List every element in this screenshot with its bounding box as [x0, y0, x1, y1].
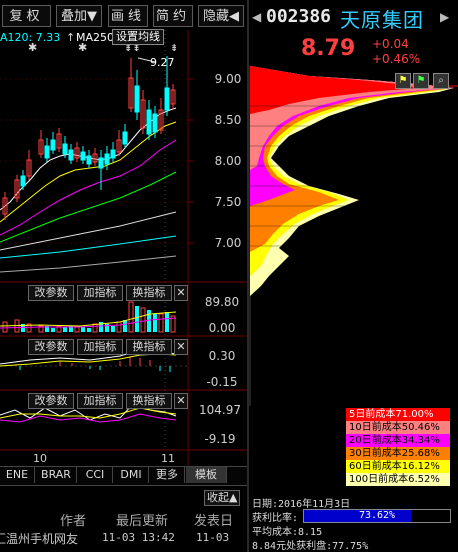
tab-cci[interactable]: CCI [78, 467, 113, 483]
date-tick-label: 10 [33, 452, 47, 465]
ma20-line [0, 139, 177, 236]
params-button[interactable]: 改参数 [28, 339, 74, 355]
add-indicator-button[interactable]: 加指标 [77, 393, 123, 409]
cost-legend: 5日前成本71.00% 10日前成本50.46% 20日前成本34.34% 30… [346, 408, 450, 486]
profit-label: 获利比率: [252, 513, 299, 524]
profit-value: 73.62% [358, 510, 396, 521]
ma10-line [0, 121, 177, 223]
draw-line-button[interactable]: 画线 [108, 5, 148, 27]
price-tick-label: 8.00 [215, 154, 242, 168]
params-button[interactable]: 改参数 [28, 285, 74, 301]
forum-panel: 收起▲ 作者 最后更新 发表日 汇温州手机网友 11-03 13:42 11-0… [0, 488, 247, 552]
high-price-label: 9.27 [150, 56, 175, 69]
tab-brar[interactable]: BRAR [36, 467, 77, 483]
flag-green-icon[interactable]: ⚑ [413, 73, 429, 89]
add-indicator-button[interactable]: 加指标 [77, 285, 123, 301]
add-indicator-button[interactable]: 加指标 [77, 339, 123, 355]
legend-60day: 60日前成本16.12% [346, 460, 450, 473]
overlay-button[interactable]: 叠加▼ [56, 5, 102, 27]
col-author: 作者 [60, 514, 87, 529]
profit-bar: 73.62% [303, 509, 451, 523]
price-tick-label: 7.50 [215, 195, 242, 209]
avg-cost: 平均成本:8.15 [252, 527, 323, 538]
macd-tick-label: -0.15 [206, 375, 237, 389]
simple-mode-button[interactable]: 简约 [153, 5, 193, 27]
change-indicator-button[interactable]: 换指标 [126, 339, 172, 355]
chip-date: 日期:2016年11月3日 [252, 499, 351, 510]
legend-100day: 100日前成本6.52% [346, 473, 450, 486]
ma120-line [0, 235, 177, 259]
fuquan-button[interactable]: 复权 [2, 5, 51, 27]
tab-more[interactable]: 更多 [150, 467, 185, 483]
ma250-readout: MA250 [76, 31, 115, 44]
price-change-pct: +0.46% [372, 52, 421, 66]
event-marker-icon[interactable]: ⇟ [170, 43, 178, 54]
stock-code: 002386 [266, 6, 332, 27]
close-icon[interactable]: ✕ [174, 339, 188, 355]
next-stock-icon[interactable]: ▶ [440, 10, 449, 24]
ma250-line [0, 255, 177, 273]
cci-tick-label: 104.97 [199, 403, 241, 417]
legend-5day: 5日前成本71.00% [346, 408, 450, 421]
macd-tick-label: 0.30 [209, 349, 236, 363]
change-indicator-button[interactable]: 换指标 [126, 393, 172, 409]
date-tick-label: 11 [161, 452, 175, 465]
price-tick-label: 8.50 [215, 113, 242, 127]
current-price: 8.79 [301, 36, 356, 61]
row-reply: 11-03 [196, 531, 230, 544]
col-reply: 发表日 [194, 514, 234, 529]
tab-template[interactable]: 模板 [186, 467, 227, 483]
hide-button[interactable]: 隐藏◀ [198, 5, 244, 27]
close-icon[interactable]: ✕ [174, 393, 188, 409]
profit-at-price: 8.84元处获利盘:77.75% [252, 541, 369, 552]
change-indicator-button[interactable]: 换指标 [126, 285, 172, 301]
row-update: 11-03 13:42 [102, 531, 175, 544]
magnifier-icon[interactable]: ⌕ [433, 73, 449, 89]
chart-toolbar: 复权 叠加▼ 画线 简约 隐藏◀ [0, 0, 246, 32]
ma30-line [0, 171, 177, 243]
collapse-button[interactable]: 收起▲ [204, 490, 241, 506]
params-button[interactable]: 改参数 [28, 393, 74, 409]
price-change: +0.04 [372, 37, 409, 51]
flag-red-icon[interactable]: ⚑ [395, 73, 411, 89]
volume-tick-label: 0.00 [209, 321, 236, 335]
tab-ene[interactable]: ENE [0, 467, 35, 483]
close-icon[interactable]: ✕ [174, 285, 188, 301]
row-author[interactable]: 汇温州手机网友 [0, 530, 78, 547]
volume-tick-label: 89.80 [205, 295, 239, 309]
chip-distribution-chart[interactable] [249, 66, 458, 406]
prev-stock-icon[interactable]: ◀ [252, 10, 261, 24]
ma-arrow-icon: ↑ [66, 31, 76, 44]
tab-dmi[interactable]: DMI [114, 467, 149, 483]
col-last-update: 最后更新 [116, 514, 169, 529]
ma-settings-button[interactable]: 设置均线 [112, 29, 164, 45]
cci-tick-label: -9.19 [204, 432, 235, 446]
price-tick-label: 9.00 [215, 72, 242, 86]
legend-10day: 10日前成本50.46% [346, 421, 450, 434]
stock-name: 天原集团 [340, 8, 424, 32]
candles [2, 56, 176, 220]
legend-20day: 20日前成本34.34% [346, 434, 450, 447]
price-tick-label: 7.00 [215, 236, 242, 250]
ma120-readout: A120: 7.33 [0, 31, 61, 44]
legend-30day: 30日前成本25.68% [346, 447, 450, 460]
